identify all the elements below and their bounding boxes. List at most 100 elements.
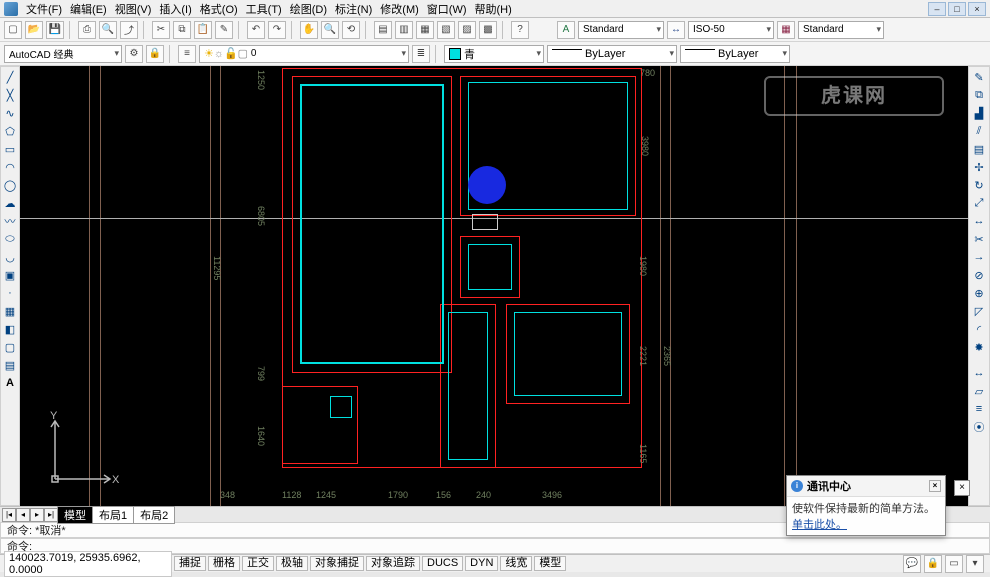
polar-toggle[interactable]: 极轴 <box>276 556 308 571</box>
tab-layout2[interactable]: 布局2 <box>133 506 175 524</box>
extend-tool-icon[interactable]: → <box>971 249 987 265</box>
gradient-tool-icon[interactable]: ◧ <box>2 321 18 337</box>
save-icon[interactable]: 💾 <box>46 21 64 39</box>
mtext-tool-icon[interactable]: A <box>2 375 18 391</box>
menu-modify[interactable]: 修改(M) <box>380 1 419 17</box>
id-tool-icon[interactable]: ⦿ <box>971 419 987 435</box>
dimstyle-icon[interactable]: ↔ <box>667 21 685 39</box>
textstyle-combo[interactable]: Standard <box>578 21 664 39</box>
restore-button[interactable]: □ <box>948 2 966 16</box>
properties-icon[interactable]: ▤ <box>374 21 392 39</box>
xline-tool-icon[interactable]: ╳ <box>2 87 18 103</box>
zoom-prev-icon[interactable]: ⟲ <box>342 21 360 39</box>
popup-link[interactable]: 单击此处。 <box>792 519 847 531</box>
close-button[interactable]: × <box>968 2 986 16</box>
copy-tool-icon[interactable]: ⧉ <box>971 87 987 103</box>
area-tool-icon[interactable]: ▱ <box>971 383 987 399</box>
arc-tool-icon[interactable]: ◠ <box>2 159 18 175</box>
paste-icon[interactable]: 📋 <box>194 21 212 39</box>
grid-toggle[interactable]: 栅格 <box>208 556 240 571</box>
osnap-toggle[interactable]: 对象捕捉 <box>310 556 364 571</box>
dyn-toggle[interactable]: DYN <box>465 556 498 571</box>
ortho-toggle[interactable]: 正交 <box>242 556 274 571</box>
workspace-settings-icon[interactable]: ⚙ <box>125 45 143 63</box>
rectangle-tool-icon[interactable]: ▭ <box>2 141 18 157</box>
clean-tray-icon[interactable]: ▭ <box>945 555 963 573</box>
color-combo[interactable]: 青 <box>444 45 544 63</box>
textstyle-icon[interactable]: A <box>557 21 575 39</box>
chamfer-tool-icon[interactable]: ◸ <box>971 303 987 319</box>
tablestyle-combo[interactable]: Standard <box>798 21 884 39</box>
lineweight-combo[interactable]: ByLayer <box>680 45 790 63</box>
workspace-combo[interactable]: AutoCAD 经典 <box>4 45 122 63</box>
tab-model[interactable]: 模型 <box>57 506 93 524</box>
designcenter-icon[interactable]: ▥ <box>395 21 413 39</box>
scale-tool-icon[interactable]: ⤢ <box>971 195 987 211</box>
tab-last-button[interactable]: ▸| <box>44 508 58 522</box>
workspace-lock-icon[interactable]: 🔒 <box>146 45 164 63</box>
snap-toggle[interactable]: 捕捉 <box>174 556 206 571</box>
menu-edit[interactable]: 编辑(E) <box>70 1 107 17</box>
line-tool-icon[interactable]: ╱ <box>2 69 18 85</box>
menu-tools[interactable]: 工具(T) <box>246 1 282 17</box>
layer-combo[interactable]: ☀☼🔓▢ 0 <box>199 45 409 63</box>
tab-layout1[interactable]: 布局1 <box>92 506 134 524</box>
list-tool-icon[interactable]: ≡ <box>971 401 987 417</box>
dist-tool-icon[interactable]: ↔ <box>971 365 987 381</box>
model-viewport[interactable]: 1250 780 11295 6805 3980 1980 799 1640 1… <box>20 66 968 506</box>
offset-tool-icon[interactable]: ⫽ <box>971 123 987 139</box>
block-tool-icon[interactable]: ▣ <box>2 267 18 283</box>
erase-tool-icon[interactable]: ✎ <box>971 69 987 85</box>
spline-tool-icon[interactable]: 〰 <box>2 213 18 229</box>
popup-close2-button[interactable]: × <box>954 480 970 496</box>
menu-draw[interactable]: 绘图(D) <box>290 1 327 17</box>
dimstyle-combo[interactable]: ISO-50 <box>688 21 774 39</box>
stretch-tool-icon[interactable]: ↔ <box>971 213 987 229</box>
redo-icon[interactable]: ↷ <box>268 21 286 39</box>
join-tool-icon[interactable]: ⊕ <box>971 285 987 301</box>
move-tool-icon[interactable]: ✢ <box>971 159 987 175</box>
tab-first-button[interactable]: |◂ <box>2 508 16 522</box>
menu-format[interactable]: 格式(O) <box>200 1 238 17</box>
layer-filter-icon[interactable]: ≡ <box>178 45 196 63</box>
sheetset-icon[interactable]: ▧ <box>437 21 455 39</box>
undo-icon[interactable]: ↶ <box>247 21 265 39</box>
ellipse-tool-icon[interactable]: ⬭ <box>2 231 18 247</box>
markup-icon[interactable]: ▨ <box>458 21 476 39</box>
fillet-tool-icon[interactable]: ◜ <box>971 321 987 337</box>
polyline-tool-icon[interactable]: ∿ <box>2 105 18 121</box>
table-tool-icon[interactable]: ▤ <box>2 357 18 373</box>
menu-help[interactable]: 帮助(H) <box>475 1 512 17</box>
publish-icon[interactable]: ⤴ <box>120 21 138 39</box>
tablestyle-icon[interactable]: ▦ <box>777 21 795 39</box>
circle-tool-icon[interactable]: ◯ <box>2 177 18 193</box>
array-tool-icon[interactable]: ▤ <box>971 141 987 157</box>
lock-tray-icon[interactable]: 🔒 <box>924 555 942 573</box>
point-tool-icon[interactable]: · <box>2 285 18 301</box>
linetype-combo[interactable]: ByLayer <box>547 45 677 63</box>
match-icon[interactable]: ✎ <box>215 21 233 39</box>
zoom-icon[interactable]: 🔍 <box>321 21 339 39</box>
open-icon[interactable]: 📂 <box>25 21 43 39</box>
copy-icon[interactable]: ⧉ <box>173 21 191 39</box>
otrack-toggle[interactable]: 对象追踪 <box>366 556 420 571</box>
menu-view[interactable]: 视图(V) <box>115 1 152 17</box>
explode-tool-icon[interactable]: ✸ <box>971 339 987 355</box>
rotate-tool-icon[interactable]: ↻ <box>971 177 987 193</box>
print-icon[interactable]: ⎙ <box>78 21 96 39</box>
ducs-toggle[interactable]: DUCS <box>422 556 463 571</box>
break-tool-icon[interactable]: ⊘ <box>971 267 987 283</box>
lwt-toggle[interactable]: 线宽 <box>500 556 532 571</box>
help-icon[interactable]: ? <box>511 21 529 39</box>
pan-icon[interactable]: ✋ <box>300 21 318 39</box>
trim-tool-icon[interactable]: ✂ <box>971 231 987 247</box>
hatch-tool-icon[interactable]: ▦ <box>2 303 18 319</box>
cut-icon[interactable]: ✂ <box>152 21 170 39</box>
model-toggle[interactable]: 模型 <box>534 556 566 571</box>
tray-settings-icon[interactable]: ▾ <box>966 555 984 573</box>
menu-dim[interactable]: 标注(N) <box>335 1 372 17</box>
menu-insert[interactable]: 插入(I) <box>159 1 191 17</box>
minimize-button[interactable]: – <box>928 2 946 16</box>
toolpalettes-icon[interactable]: ▦ <box>416 21 434 39</box>
commcenter-tray-icon[interactable]: 💬 <box>903 555 921 573</box>
